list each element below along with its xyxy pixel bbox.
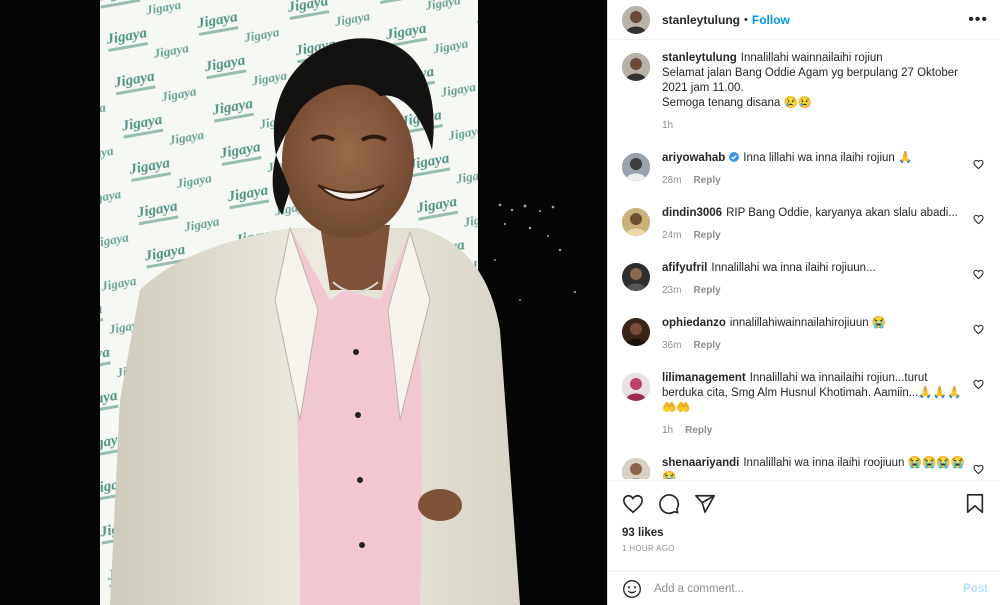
comment-text: innalillahiwainnailahirojiuun 😭 (729, 317, 887, 329)
avatar[interactable] (622, 263, 650, 291)
avatar[interactable] (622, 208, 650, 236)
comment-input[interactable] (654, 582, 964, 595)
smile-icon[interactable] (622, 579, 642, 599)
post-header: stanleytulung • Follow ••• (608, 0, 1000, 40)
list-item: shenaariyandi Innalillahi wa inna ilaihi … (622, 456, 988, 479)
post-actions: 93 likes 1 HOUR AGO (608, 480, 1000, 553)
list-item: ophiedanzo innalillahiwainnailahirojiuun … (622, 316, 988, 351)
post-photo[interactable]: Jigaya Jigaya (0, 0, 607, 605)
likes-count[interactable]: 93 likes (622, 527, 986, 539)
list-item: lilimanagement Innalillahi wa innailaihi … (622, 371, 988, 436)
list-item: afifyufril Innalillahi wa inna ilaihi roj… (622, 261, 988, 296)
post-button[interactable]: Post (963, 583, 988, 595)
reply-button[interactable]: Reply (693, 340, 720, 351)
caption-time[interactable]: 1h (662, 120, 673, 131)
comment-text: Inna lillahi wa inna ilaihi rojiun 🙏 (743, 152, 913, 164)
avatar[interactable] (622, 153, 650, 181)
avatar[interactable] (622, 458, 650, 479)
reply-button[interactable]: Reply (693, 230, 720, 241)
avatar[interactable] (622, 5, 650, 34)
comment-icon[interactable] (658, 493, 680, 515)
comment-username[interactable]: afifyufril (662, 262, 707, 274)
post-side-panel: stanleytulung • Follow ••• stanleytulung… (607, 0, 1000, 605)
comment-username[interactable]: ariyowahab (662, 152, 725, 164)
heart-icon[interactable] (973, 324, 984, 335)
add-comment-bar: Post (608, 571, 1000, 605)
avatar[interactable] (622, 318, 650, 346)
heart-icon[interactable] (973, 159, 984, 170)
comment-time[interactable]: 24m (662, 230, 681, 241)
caption-text: stanleytulung Innalillahi wainnailaihi ro… (662, 52, 958, 109)
comment-time[interactable]: 23m (662, 285, 681, 296)
list-item: ariyowahab Inna lillahi wa inna ilaihi ro… (622, 151, 988, 186)
reply-button[interactable]: Reply (693, 175, 720, 186)
instagram-post-view: Jigaya Jigaya (0, 0, 1000, 605)
post-timestamp: 1 HOUR AGO (622, 544, 675, 553)
avatar[interactable] (622, 373, 650, 401)
heart-icon[interactable] (973, 464, 984, 475)
comment-time[interactable]: 36m (662, 340, 681, 351)
comment-username[interactable]: ophiedanzo (662, 317, 726, 329)
heart-icon[interactable] (973, 214, 984, 225)
comment-username[interactable]: lilimanagement (662, 372, 746, 384)
heart-icon[interactable] (973, 379, 984, 390)
verified-icon (729, 152, 740, 162)
list-item: dindin3006 RIP Bang Oddie, karyanya akan … (622, 206, 988, 241)
caption-username[interactable]: stanleytulung (662, 52, 737, 64)
comment-text: Innalillahi wa inna ilaihi rojiuun... (711, 262, 876, 274)
comment-username[interactable]: shenaariyandi (662, 457, 739, 469)
reply-button[interactable]: Reply (685, 425, 712, 436)
follow-button[interactable]: Follow (752, 13, 790, 27)
save-icon[interactable] (964, 493, 986, 515)
comment-username[interactable]: dindin3006 (662, 207, 722, 219)
caption-item: stanleytulung Innalillahi wainnailaihi ro… (622, 51, 988, 131)
heart-icon[interactable] (622, 493, 644, 515)
avatar[interactable] (622, 53, 650, 81)
header-separator: • (744, 13, 748, 26)
comment-time[interactable]: 28m (662, 175, 681, 186)
share-icon[interactable] (694, 493, 716, 515)
comment-text: RIP Bang Oddie, karyanya akan slalu abad… (726, 207, 958, 219)
reply-button[interactable]: Reply (693, 285, 720, 296)
comments-list[interactable]: stanleytulung Innalillahi wainnailaihi ro… (608, 41, 1000, 479)
more-icon[interactable]: ••• (968, 11, 988, 29)
photo-illustration: Jigaya Jigaya (100, 0, 577, 605)
comment-time[interactable]: 1h (662, 425, 673, 436)
header-username[interactable]: stanleytulung (662, 13, 740, 27)
heart-icon[interactable] (973, 269, 984, 280)
